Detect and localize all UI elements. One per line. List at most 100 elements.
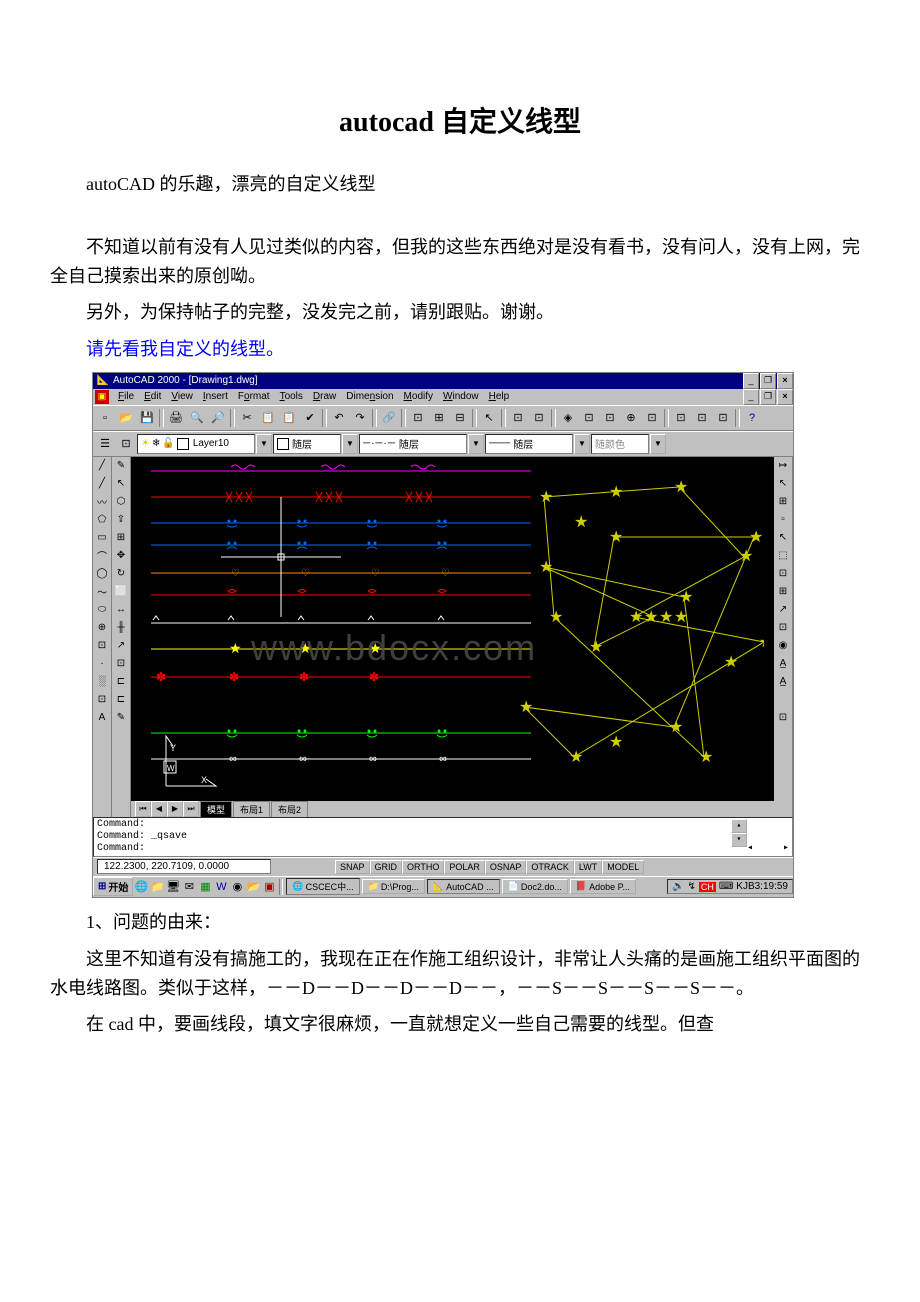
menu-view[interactable]: View [166, 391, 198, 402]
maximize-button[interactable]: ❐ [760, 373, 776, 389]
mdi-close-button[interactable]: × [777, 389, 793, 405]
scale-icon[interactable]: ⬜ [112, 583, 130, 601]
task-btn-3[interactable]: 📄Doc2.do... [502, 879, 568, 894]
redo-icon[interactable]: ↷ [350, 408, 370, 428]
block-icon[interactable]: ⊡ [93, 637, 111, 655]
ql-pdf-icon[interactable]: ▣ [261, 879, 277, 895]
erase-icon[interactable]: ✎ [112, 457, 130, 475]
color-drop-arrow-icon[interactable]: ▼ [342, 434, 358, 454]
dim-edit-icon[interactable]: A̲ [774, 673, 792, 691]
menu-modify[interactable]: Modify [399, 391, 438, 402]
tb-misc3-icon[interactable]: ⊡ [713, 408, 733, 428]
plotstyle-dropdown[interactable]: 随颜色 [591, 434, 649, 454]
command-line[interactable]: Command: Command: _qsave Command: ▴ ▾ ◂ … [93, 817, 793, 857]
tab-last-icon[interactable]: ⏭ [183, 801, 199, 817]
start-button[interactable]: ⊞ 开始 [93, 877, 133, 896]
tray-kb-icon[interactable]: ⌨ [719, 881, 733, 892]
dim-base-icon[interactable]: ⊞ [774, 583, 792, 601]
match-icon[interactable]: ✔ [300, 408, 320, 428]
toggle-lwt[interactable]: LWT [574, 860, 602, 874]
save-icon[interactable]: 💾 [137, 408, 157, 428]
mdi-maximize-button[interactable]: ❐ [760, 389, 776, 405]
offset-icon[interactable]: ⇪ [112, 511, 130, 529]
menu-draw[interactable]: Draw [308, 391, 341, 402]
circle-icon[interactable]: ◯ [93, 565, 111, 583]
point-icon[interactable]: · [93, 655, 111, 673]
menu-insert[interactable]: Insert [198, 391, 233, 402]
print-icon[interactable]: 🖨 [166, 408, 186, 428]
tab-layout1[interactable]: 布局1 [233, 801, 270, 817]
linetype-drop-arrow-icon[interactable]: ▼ [468, 434, 484, 454]
insert-icon[interactable]: ⊕ [93, 619, 111, 637]
menu-format[interactable]: Format [233, 391, 275, 402]
dim-ang-icon[interactable]: ⬚ [774, 547, 792, 565]
toggle-model[interactable]: MODEL [602, 860, 644, 874]
trim-icon[interactable]: ╫ [112, 619, 130, 637]
zoom-rt-icon[interactable]: ⊡ [529, 408, 549, 428]
layer-drop-arrow-icon[interactable]: ▼ [256, 434, 272, 454]
menu-help[interactable]: Help [484, 391, 515, 402]
cut-icon[interactable]: ✂ [237, 408, 257, 428]
tray-vol-icon[interactable]: 🔊 [672, 881, 684, 892]
zoom-prev-icon[interactable]: ⊡ [642, 408, 662, 428]
dbconn-icon[interactable]: ⊡ [600, 408, 620, 428]
ql-folder2-icon[interactable]: 📂 [245, 879, 261, 895]
xline-icon[interactable]: ╱ [93, 475, 111, 493]
ime-indicator[interactable]: CH [699, 882, 716, 892]
chamfer-icon[interactable]: ⊏ [112, 673, 130, 691]
dim-rad-icon[interactable]: ▫ [774, 511, 792, 529]
rotate-icon[interactable]: ↻ [112, 565, 130, 583]
tab-first-icon[interactable]: ⏮ [135, 801, 151, 817]
mdi-minimize-button[interactable]: _ [743, 389, 759, 405]
close-button[interactable]: × [777, 373, 793, 389]
dim-tol-icon[interactable]: ◉ [774, 637, 792, 655]
ql-ie-icon[interactable]: 🌐 [133, 879, 149, 895]
prop-icon[interactable]: ⊡ [579, 408, 599, 428]
extend-icon[interactable]: ↗ [112, 637, 130, 655]
layer-dropdown[interactable]: ☀❄🔓 Layer10 [137, 434, 255, 454]
task-btn-4[interactable]: 📕Adobe P... [570, 879, 636, 894]
dim-aligned-icon[interactable]: ↖ [774, 475, 792, 493]
ql-desktop-icon[interactable]: 🖥 [165, 879, 181, 895]
open-icon[interactable]: 📂 [116, 408, 136, 428]
pline-icon[interactable]: 〰 [93, 493, 111, 511]
dim-dia-icon[interactable]: ↖ [774, 529, 792, 547]
ql-excel-icon[interactable]: ▦ [197, 879, 213, 895]
tab-model[interactable]: 模型 [200, 801, 232, 817]
mdi-icon[interactable]: ▣ [95, 390, 109, 404]
cmd-scroll-down-icon[interactable]: ▾ [731, 833, 747, 847]
array-icon[interactable]: ⊞ [112, 529, 130, 547]
line-icon[interactable]: ╱ [93, 457, 111, 475]
preview-icon[interactable]: 🔍 [187, 408, 207, 428]
task-btn-2[interactable]: 📐AutoCAD ... [427, 879, 500, 894]
dist-icon[interactable]: ⊟ [450, 408, 470, 428]
ql-media-icon[interactable]: ◉ [229, 879, 245, 895]
tab-prev-icon[interactable]: ◀ [151, 801, 167, 817]
zoom-win-icon[interactable]: ⊕ [621, 408, 641, 428]
hyperlink-icon[interactable]: 🔗 [379, 408, 399, 428]
mirror-icon[interactable]: ⬡ [112, 493, 130, 511]
dim-linear-icon[interactable]: ↦ [774, 457, 792, 475]
lw-drop-arrow-icon[interactable]: ▼ [574, 434, 590, 454]
menu-dimension[interactable]: Dimension [341, 391, 398, 402]
ql-word-icon[interactable]: W [213, 879, 229, 895]
stretch-icon[interactable]: ↔ [112, 601, 130, 619]
dim-cont-icon[interactable]: ↗ [774, 601, 792, 619]
menu-window[interactable]: Window [438, 391, 484, 402]
help-icon[interactable]: ? [742, 408, 762, 428]
spline-icon[interactable]: 〜 [93, 583, 111, 601]
task-btn-1[interactable]: 📁D:\Prog... [362, 879, 425, 894]
tab-layout2[interactable]: 布局2 [271, 801, 308, 817]
hatch-icon[interactable]: ░ [93, 673, 111, 691]
undo-icon[interactable]: ↶ [329, 408, 349, 428]
menu-tools[interactable]: Tools [275, 391, 308, 402]
find-icon[interactable]: 🔎 [208, 408, 228, 428]
copy-obj-icon[interactable]: ↖ [112, 475, 130, 493]
task-btn-0[interactable]: 🌐CSCEC中... [286, 878, 359, 895]
polygon-icon[interactable]: ⬠ [93, 511, 111, 529]
tracking-icon[interactable]: ⊡ [408, 408, 428, 428]
tb-misc1-icon[interactable]: ⊡ [671, 408, 691, 428]
ellipse-icon[interactable]: ⬭ [93, 601, 111, 619]
minimize-button[interactable]: _ [743, 373, 759, 389]
ucs-icon-btn[interactable]: ⊞ [429, 408, 449, 428]
